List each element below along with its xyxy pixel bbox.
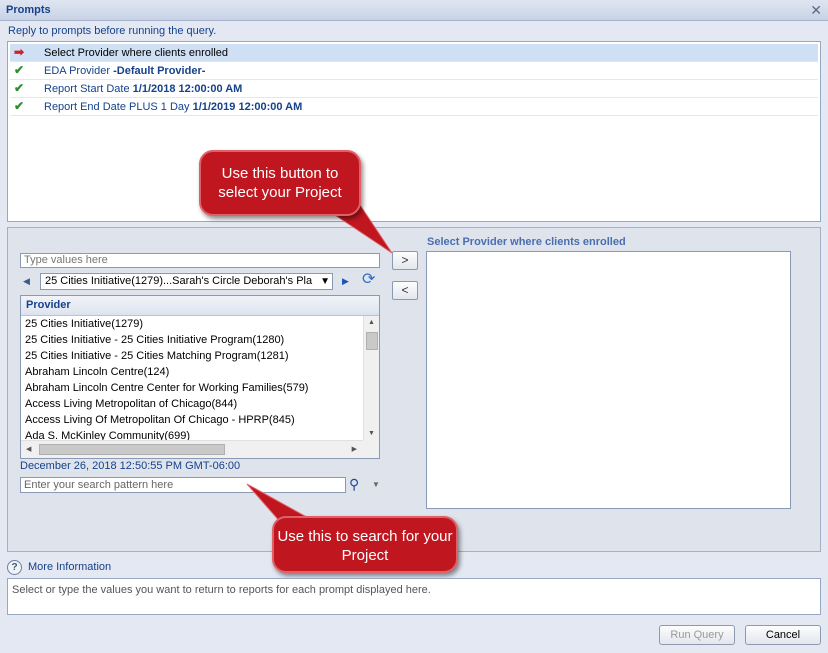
more-information-link[interactable]: More Information <box>28 561 111 573</box>
prompt-row-start-date[interactable]: ✔ Report Start Date 1/1/2018 12:00:00 AM <box>10 80 818 98</box>
list-item[interactable]: Abraham Lincoln Centre(124) <box>25 366 169 378</box>
prompt-label: Report Start Date <box>44 83 133 95</box>
reply-instruction: Reply to prompts before running the quer… <box>8 25 217 37</box>
prompt-row-end-date[interactable]: ✔ Report End Date PLUS 1 Day 1/1/2019 12… <box>10 98 818 116</box>
checkmark-icon: ✔ <box>14 63 25 77</box>
last-updated-timestamp: December 26, 2018 12:50:55 PM GMT-06:00 <box>20 460 241 472</box>
prompt-label: Report End Date PLUS 1 Day <box>44 101 193 113</box>
scroll-right-icon[interactable]: ▶ <box>352 445 357 453</box>
checkmark-icon: ✔ <box>14 81 25 95</box>
chevron-left-icon[interactable]: ◀ <box>23 276 30 287</box>
prompt-row-eda-provider[interactable]: ✔ EDA Provider -Default Provider- <box>10 62 818 80</box>
horizontal-scrollbar[interactable]: ◀ ▶ <box>21 440 363 458</box>
scroll-thumb[interactable] <box>366 332 378 350</box>
prompt-value: 1/1/2019 12:00:00 AM <box>192 101 303 113</box>
provider-range-select[interactable]: 25 Cities Initiative(1279)...Sarah's Cir… <box>40 273 333 290</box>
chevron-down-icon[interactable]: ▼ <box>372 480 380 489</box>
refresh-icon[interactable]: ⟳ <box>362 272 375 288</box>
list-item[interactable]: Access Living Of Metropolitan Of Chicago… <box>25 414 295 426</box>
search-hint-callout: Use this to search for your Project <box>272 516 458 573</box>
button-hint-callout: Use this button to select your Project <box>199 150 361 216</box>
prompt-row-provider[interactable]: ➡ Select Provider where clients enrolled <box>10 44 818 62</box>
close-icon[interactable]: ✕ <box>810 2 822 18</box>
scroll-left-icon[interactable]: ◀ <box>26 445 31 453</box>
prompt-value: -Default Provider- <box>113 65 206 77</box>
list-item[interactable]: 25 Cities Initiative - 25 Cities Matchin… <box>25 350 289 362</box>
binoculars-icon[interactable]: ⚲ <box>349 476 359 493</box>
run-query-button[interactable]: Run Query <box>659 625 735 645</box>
selected-values-list[interactable] <box>426 251 791 509</box>
cancel-button[interactable]: Cancel <box>745 625 821 645</box>
provider-list: Provider 25 Cities Initiative(1279) 25 C… <box>20 295 380 459</box>
list-item[interactable]: Abraham Lincoln Centre Center for Workin… <box>25 382 308 394</box>
scroll-corner <box>363 440 379 458</box>
selected-values-title: Select Provider where clients enrolled <box>427 236 626 248</box>
prompt-list: ➡ Select Provider where clients enrolled… <box>7 41 821 222</box>
scroll-up-icon[interactable]: ▲ <box>368 319 375 326</box>
help-icon[interactable]: ? <box>7 560 22 575</box>
list-item[interactable]: Access Living Metropolitan of Chicago(84… <box>25 398 237 410</box>
red-arrow-icon: ➡ <box>14 45 25 59</box>
list-item[interactable]: 25 Cities Initiative(1279) <box>25 318 143 330</box>
information-text: Select or type the values you want to re… <box>7 578 821 615</box>
prompt-label: EDA Provider <box>44 65 114 77</box>
title-bar: Prompts ✕ <box>0 0 828 21</box>
prompt-value: 1/1/2018 12:00:00 AM <box>132 83 243 95</box>
chevron-right-icon[interactable]: ▶ <box>342 276 349 287</box>
vertical-scrollbar[interactable]: ▲ ▼ <box>363 316 379 440</box>
chevron-down-icon: ▼ <box>320 276 330 287</box>
scroll-down-icon[interactable]: ▼ <box>368 430 375 437</box>
window-title: Prompts <box>6 4 51 16</box>
list-item[interactable]: 25 Cities Initiative - 25 Cities Initiat… <box>25 334 284 346</box>
scroll-thumb[interactable] <box>39 444 225 455</box>
provider-list-header: Provider <box>21 296 379 316</box>
remove-selection-button[interactable]: < <box>392 281 418 300</box>
checkmark-icon: ✔ <box>14 99 25 113</box>
prompt-label: Select Provider where clients enrolled <box>44 47 229 59</box>
provider-range-value: 25 Cities Initiative(1279)...Sarah's Cir… <box>45 275 313 287</box>
